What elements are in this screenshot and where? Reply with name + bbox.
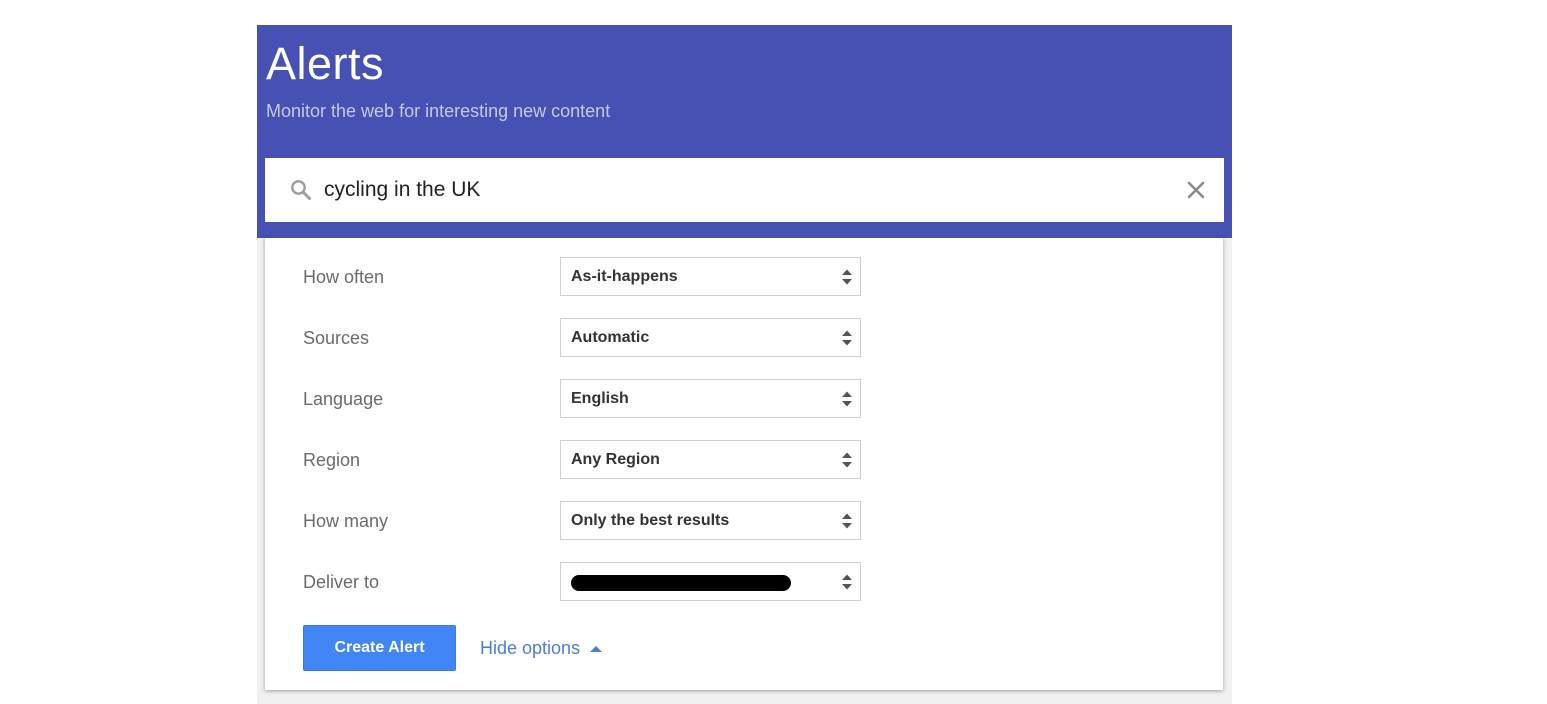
region-value: Any Region	[571, 451, 660, 468]
page-subtitle: Monitor the web for interesting new cont…	[266, 101, 611, 121]
sources-value: Automatic	[571, 329, 650, 346]
page-title: Alerts	[266, 38, 385, 89]
language-value: English	[571, 390, 629, 407]
up-down-arrows-icon	[842, 330, 852, 346]
header: Alerts Monitor the web for interesting n…	[257, 25, 1232, 238]
options-panel: How often As-it-happens Sources Automati…	[265, 238, 1223, 690]
option-row-sources: Sources Automatic	[265, 318, 1223, 360]
alerts-app: Alerts Monitor the web for interesting n…	[257, 25, 1232, 704]
how-often-label: How often	[303, 267, 385, 287]
search-bar	[265, 158, 1224, 222]
up-down-arrows-icon	[842, 513, 852, 529]
language-label: Language	[303, 389, 384, 409]
up-down-arrows-icon	[842, 391, 852, 407]
option-row-deliver-to: Deliver to	[265, 562, 1223, 604]
how-many-value: Only the best results	[571, 512, 730, 529]
sources-label: Sources	[303, 328, 370, 348]
up-down-arrows-icon	[842, 574, 852, 590]
hide-options-label: Hide options	[480, 638, 581, 658]
create-alert-button[interactable]: Create Alert	[303, 625, 456, 671]
up-down-arrows-icon	[842, 452, 852, 468]
sources-select[interactable]: Automatic	[560, 318, 861, 357]
hide-options-link[interactable]: Hide options	[480, 638, 603, 659]
deliver-to-select[interactable]	[560, 562, 861, 601]
triangle-up-icon	[590, 645, 603, 652]
how-many-label: How many	[303, 511, 389, 531]
language-select[interactable]: English	[560, 379, 861, 418]
redacted-email	[571, 575, 791, 591]
region-label: Region	[303, 450, 361, 470]
how-often-value: As-it-happens	[571, 268, 678, 285]
option-row-language: Language English	[265, 379, 1223, 421]
option-row-how-many: How many Only the best results	[265, 501, 1223, 543]
close-icon[interactable]	[1186, 180, 1206, 200]
option-row-region: Region Any Region	[265, 440, 1223, 482]
search-icon	[291, 180, 311, 200]
search-input[interactable]	[324, 172, 1154, 208]
deliver-to-label: Deliver to	[303, 572, 380, 592]
region-select[interactable]: Any Region	[560, 440, 861, 479]
how-often-select[interactable]: As-it-happens	[560, 257, 861, 296]
how-many-select[interactable]: Only the best results	[560, 501, 861, 540]
up-down-arrows-icon	[842, 269, 852, 285]
option-row-how-often: How often As-it-happens	[265, 257, 1223, 299]
